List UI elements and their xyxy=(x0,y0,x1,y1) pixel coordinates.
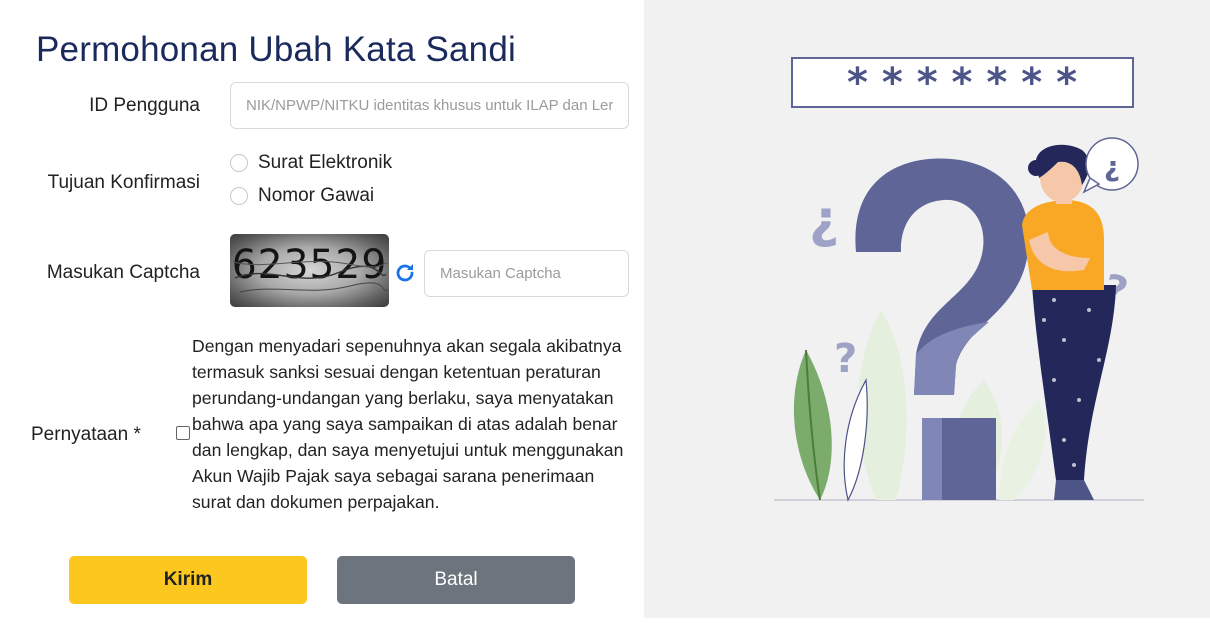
radio-surat-elektronik[interactable]: Surat Elektronik xyxy=(230,152,392,174)
captcha-label: Masukan Captcha xyxy=(46,262,200,283)
form-panel: Permohonan Ubah Kata Sandi ID Pengguna T… xyxy=(0,0,644,618)
tujuan-konfirmasi-label: Tujuan Konfirmasi xyxy=(47,172,200,193)
id-pengguna-input[interactable] xyxy=(230,82,629,129)
illustration-panel: * * * * * * * ¿ ? ? xyxy=(644,0,1210,618)
radio-button[interactable] xyxy=(230,187,248,205)
pernyataan-text: Dengan menyadari sepenuhnya akan segala … xyxy=(192,336,624,512)
captcha-input[interactable] xyxy=(424,250,629,297)
batal-button[interactable]: Batal xyxy=(337,556,575,604)
pernyataan-checkbox[interactable] xyxy=(176,426,190,440)
password-mask-text: * * * * * * * xyxy=(847,60,1077,106)
kirim-button[interactable]: Kirim xyxy=(69,556,307,604)
svg-text:¿: ¿ xyxy=(809,190,839,250)
speech-bubble: ¿ xyxy=(1082,137,1139,194)
pernyataan-label: Pernyataan * xyxy=(31,424,141,445)
radio-button[interactable] xyxy=(230,154,248,172)
svg-text:?: ? xyxy=(834,336,857,382)
forgot-password-illustration: * * * * * * * ¿ ? ? xyxy=(774,57,1144,502)
radio-label: Surat Elektronik xyxy=(258,152,393,173)
refresh-captcha-icon[interactable] xyxy=(393,261,417,285)
radio-nomor-gawai[interactable]: Nomor Gawai xyxy=(230,185,374,207)
bubble-glyph: ¿ xyxy=(1104,150,1120,183)
radio-label: Nomor Gawai xyxy=(258,185,375,206)
page-title: Permohonan Ubah Kata Sandi xyxy=(36,30,516,69)
captcha-noise xyxy=(232,260,389,293)
id-pengguna-label: ID Pengguna xyxy=(89,95,200,116)
captcha-image: 623529 xyxy=(230,234,389,307)
